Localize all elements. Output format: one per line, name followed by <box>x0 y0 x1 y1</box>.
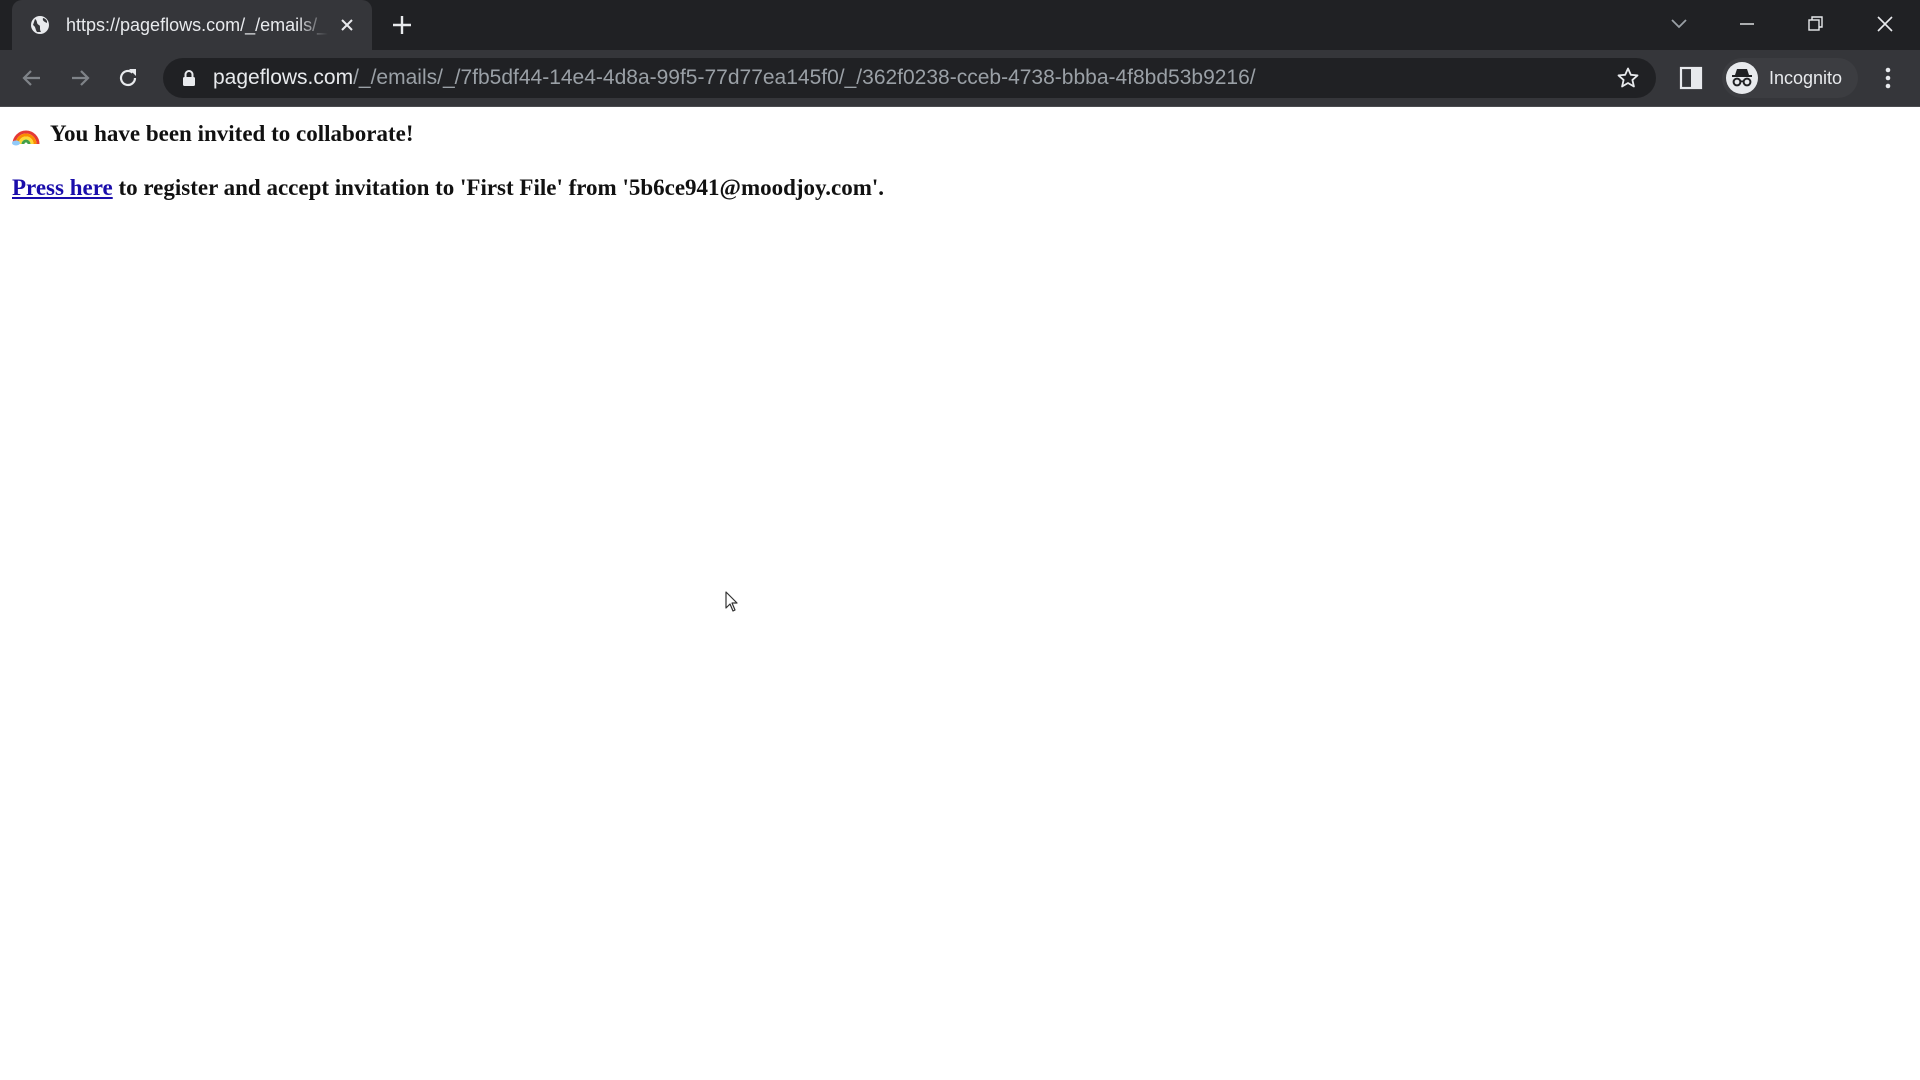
incognito-label: Incognito <box>1769 67 1843 88</box>
invitation-body: to register and accept invitation to 'Fi… <box>112 175 885 200</box>
mouse-cursor-icon <box>725 591 738 612</box>
url-path: /_/emails/_/7fb5df44-14e4-4d8a-99f5-77d7… <box>353 66 1256 89</box>
tab-strip: https://pageflows.com/_/emails/_/7fb5df4… <box>0 0 1920 50</box>
minimize-icon[interactable] <box>1733 10 1761 38</box>
url-host: pageflows.com <box>213 66 354 89</box>
invitation-text: Press here to register and accept invita… <box>12 175 884 201</box>
tab-title: https://pageflows.com/_/emails/_/7fb5df4… <box>66 14 328 35</box>
new-tab-icon[interactable] <box>390 13 414 37</box>
forward-icon[interactable] <box>66 64 94 92</box>
back-icon[interactable] <box>18 64 46 92</box>
incognito-icon <box>1726 62 1758 94</box>
url-text: pageflows.com/_/emails/_/7fb5df44-14e4-4… <box>213 66 1256 90</box>
close-window-icon[interactable] <box>1871 10 1899 38</box>
press-here-link[interactable]: Press here <box>12 175 113 200</box>
page-content: You have been invited to collaborate! Pr… <box>0 107 1920 1080</box>
heading-text: You have been invited to collaborate! <box>50 121 414 146</box>
tab-search-icon[interactable] <box>1665 10 1693 38</box>
rainbow-icon <box>12 130 40 146</box>
more-menu-icon[interactable] <box>1876 64 1900 92</box>
side-panel-icon[interactable] <box>1678 65 1704 91</box>
incognito-profile-button[interactable]: Incognito <box>1722 58 1858 98</box>
email-heading: You have been invited to collaborate! <box>12 121 414 147</box>
reload-icon[interactable] <box>114 64 142 92</box>
close-tab-icon[interactable] <box>336 14 358 36</box>
browser-tab[interactable]: https://pageflows.com/_/emails/_/7fb5df4… <box>12 0 372 50</box>
globe-icon <box>31 16 49 34</box>
address-bar[interactable]: pageflows.com/_/emails/_/7fb5df44-14e4-4… <box>163 58 1656 98</box>
bookmark-star-icon[interactable] <box>1616 66 1640 90</box>
restore-icon[interactable] <box>1802 10 1830 38</box>
lock-icon[interactable] <box>181 69 197 87</box>
browser-toolbar: pageflows.com/_/emails/_/7fb5df44-14e4-4… <box>0 50 1920 106</box>
